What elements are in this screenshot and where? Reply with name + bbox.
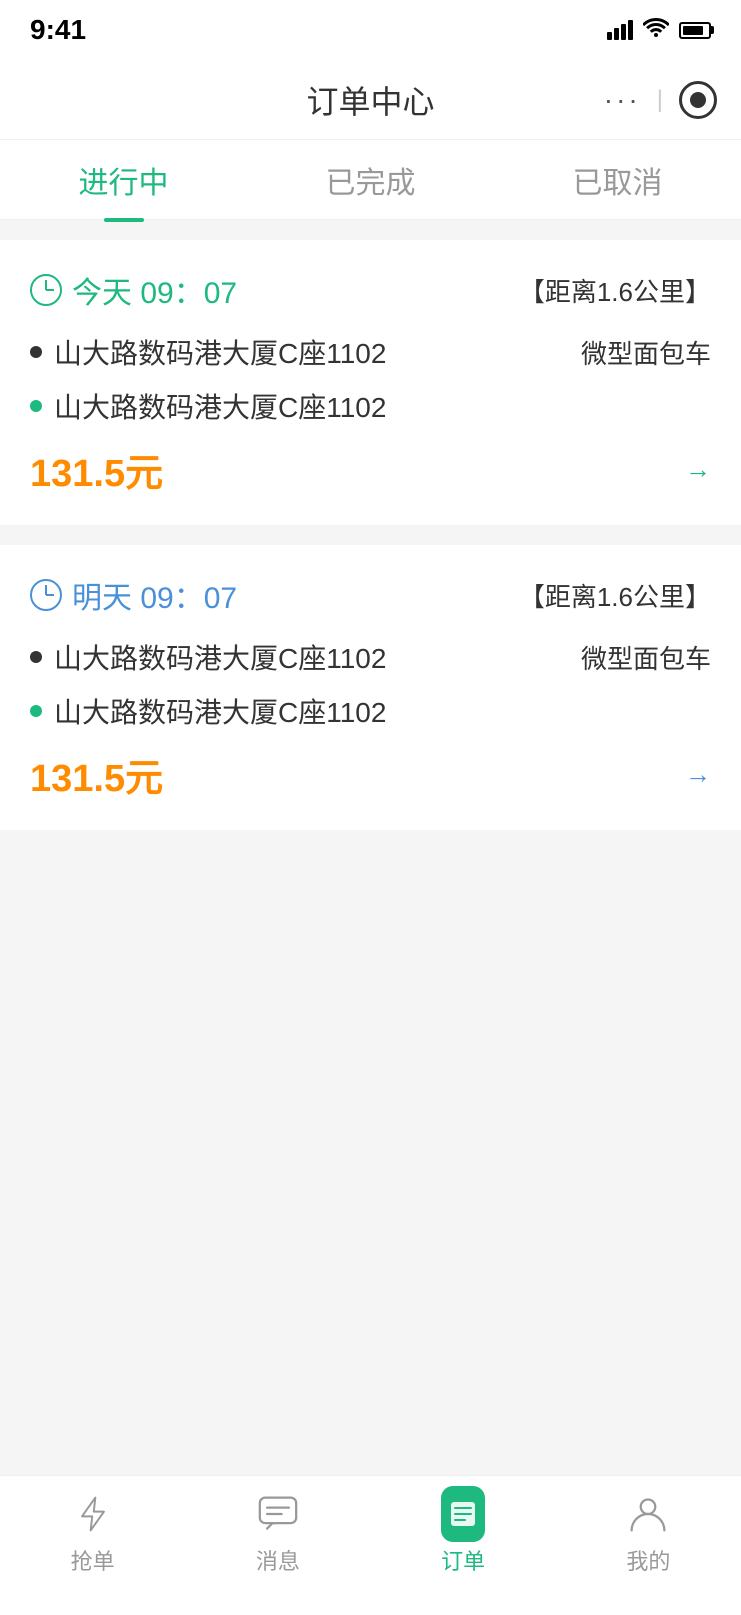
route-to-1: 山大路数码港大厦C座1102 — [30, 386, 711, 426]
tab-in-progress[interactable]: 进行中 — [0, 138, 247, 222]
nav-item-mine[interactable]: 我的 — [556, 1492, 741, 1576]
lightning-icon — [71, 1492, 115, 1536]
tab-completed[interactable]: 已完成 — [247, 138, 494, 222]
order-nav-icon — [441, 1492, 485, 1536]
order-datetime-2: 明天 09：07 — [72, 573, 237, 617]
header-actions: ··· | — [604, 81, 717, 119]
tab-cancelled[interactable]: 已取消 — [494, 138, 741, 222]
nav-item-order[interactable]: 订单 — [371, 1492, 556, 1576]
route-from-2: 山大路数码港大厦C座1102 微型面包车 — [30, 637, 711, 677]
nav-label-order: 订单 — [441, 1544, 485, 1576]
order-time-2: 明天 09：07 — [30, 573, 237, 617]
order-route-2: 山大路数码港大厦C座1102 微型面包车 山大路数码港大厦C座1102 — [30, 637, 711, 731]
order-list: 今天 09：07 【距离1.6公里】 山大路数码港大厦C座1102 微型面包车 … — [0, 220, 741, 870]
scan-dot — [690, 92, 706, 108]
nav-item-message[interactable]: 消息 — [185, 1492, 370, 1576]
route-dot-from-1 — [30, 346, 42, 358]
order-card-1[interactable]: 今天 09：07 【距离1.6公里】 山大路数码港大厦C座1102 微型面包车 … — [0, 240, 741, 525]
status-time: 9:41 — [30, 14, 86, 46]
order-price-1: 131.5元 — [30, 442, 163, 497]
clock-icon-1 — [30, 274, 62, 306]
scan-button[interactable] — [679, 81, 717, 119]
route-dot-to-1 — [30, 400, 42, 412]
clock-hand-h-1 — [46, 289, 54, 291]
clock-hand-h-2 — [46, 594, 54, 596]
route-to-2: 山大路数码港大厦C座1102 — [30, 691, 711, 731]
order-header-2: 明天 09：07 【距离1.6公里】 — [30, 573, 711, 617]
order-route-1: 山大路数码港大厦C座1102 微型面包车 山大路数码港大厦C座1102 — [30, 332, 711, 426]
route-address-to-1: 山大路数码港大厦C座1102 — [54, 386, 386, 426]
route-address-from-2: 山大路数码港大厦C座1102 — [54, 637, 386, 677]
nav-item-grab[interactable]: 抢单 — [0, 1492, 185, 1576]
more-icon[interactable]: ··· — [604, 84, 641, 116]
wifi-icon — [643, 17, 669, 43]
order-arrow-2[interactable]: → — [685, 759, 711, 790]
order-footer-2: 131.5元 → — [30, 747, 711, 802]
route-dot-from-2 — [30, 651, 42, 663]
order-distance-1: 【距离1.6公里】 — [519, 272, 711, 309]
nav-label-grab: 抢单 — [71, 1544, 115, 1576]
person-icon — [626, 1492, 670, 1536]
divider: | — [657, 86, 663, 114]
clock-icon-2 — [30, 579, 62, 611]
nav-label-message: 消息 — [256, 1544, 300, 1576]
battery-icon — [679, 22, 711, 39]
order-datetime-1: 今天 09：07 — [72, 268, 237, 312]
order-footer-1: 131.5元 → — [30, 442, 711, 497]
tab-bar: 进行中 已完成 已取消 — [0, 140, 741, 220]
message-icon — [256, 1492, 300, 1536]
nav-label-mine: 我的 — [626, 1544, 670, 1576]
route-address-to-2: 山大路数码港大厦C座1102 — [54, 691, 386, 731]
order-price-2: 131.5元 — [30, 747, 163, 802]
status-icons — [607, 17, 711, 43]
route-vehicle-1: 微型面包车 — [581, 334, 711, 371]
page-title: 订单中心 — [306, 77, 434, 123]
route-dot-to-2 — [30, 705, 42, 717]
route-address-from-1: 山大路数码港大厦C座1102 — [54, 332, 386, 372]
status-bar: 9:41 — [0, 0, 741, 60]
order-time-1: 今天 09：07 — [30, 268, 237, 312]
order-header-1: 今天 09：07 【距离1.6公里】 — [30, 268, 711, 312]
route-vehicle-2: 微型面包车 — [581, 639, 711, 676]
signal-icon — [607, 20, 633, 40]
order-card-2[interactable]: 明天 09：07 【距离1.6公里】 山大路数码港大厦C座1102 微型面包车 … — [0, 545, 741, 830]
route-from-1: 山大路数码港大厦C座1102 微型面包车 — [30, 332, 711, 372]
page-header: 订单中心 ··· | — [0, 60, 741, 140]
bottom-nav: 抢单 消息 订单 — [0, 1475, 741, 1615]
order-arrow-1[interactable]: → — [685, 454, 711, 485]
order-distance-2: 【距离1.6公里】 — [519, 577, 711, 614]
